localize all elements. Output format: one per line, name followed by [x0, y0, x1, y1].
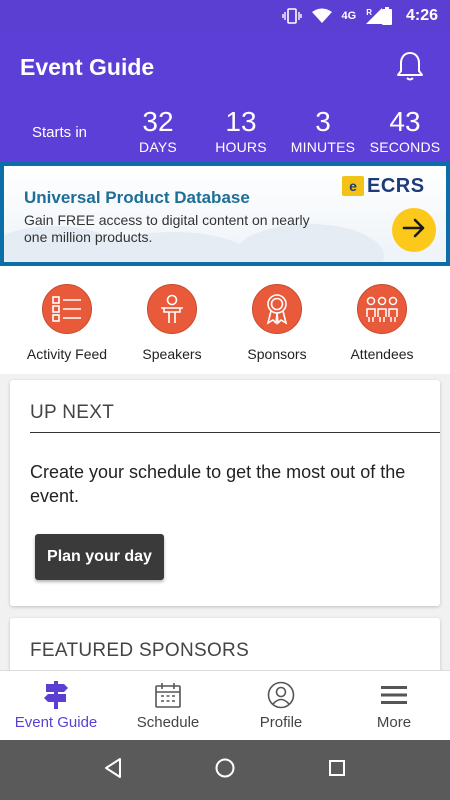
- ecrs-logo: e ECRS: [342, 174, 440, 198]
- arrow-right-icon: [402, 218, 426, 243]
- nav-event-guide[interactable]: Event Guide: [0, 671, 112, 741]
- banner-title: Universal Product Database: [24, 188, 250, 207]
- quick-action-label: Speakers: [142, 346, 202, 362]
- banner-arrow-button[interactable]: [392, 208, 436, 252]
- up-next-text: Create your schedule to get the most out…: [30, 462, 406, 506]
- featured-sponsors-title: FEATURED SPONSORS: [30, 640, 250, 661]
- countdown-hours-label: HOURS: [215, 139, 267, 155]
- quick-actions: Activity Feed Speakers Sponsors Attendee…: [0, 266, 450, 374]
- plan-your-day-button[interactable]: Plan your day: [35, 534, 164, 580]
- back-triangle-icon: [103, 757, 123, 784]
- back-button[interactable]: [98, 755, 128, 785]
- signpost-icon: [42, 681, 70, 709]
- nav-label: Event Guide: [14, 714, 98, 731]
- countdown-minutes-label: MINUTES: [290, 139, 356, 155]
- profile-icon: [267, 681, 295, 709]
- home-button[interactable]: [210, 755, 240, 785]
- page-title: Event Guide: [20, 54, 155, 80]
- nav-label: Schedule: [136, 714, 200, 731]
- up-next-title: UP NEXT: [30, 402, 115, 423]
- notifications-button[interactable]: [390, 48, 430, 88]
- calendar-icon: [154, 681, 182, 709]
- countdown-minutes-value: 3: [315, 106, 331, 137]
- bottom-navigation: Event Guide Schedule Profile More: [0, 670, 450, 740]
- starts-in-label: Starts in: [32, 124, 88, 141]
- countdown-days: 32 DAYS: [113, 106, 203, 156]
- countdown-days-label: DAYS: [139, 139, 177, 155]
- network-type: 4G: [341, 10, 357, 22]
- ecrs-logo-mark: e: [342, 176, 364, 196]
- vibrate-icon: [281, 8, 302, 24]
- quick-action-activity-feed[interactable]: Activity Feed: [12, 284, 122, 362]
- quick-action-sponsors[interactable]: Sponsors: [222, 284, 332, 362]
- nav-schedule[interactable]: Schedule: [112, 671, 224, 741]
- countdown-seconds: 43 SECONDS: [360, 106, 450, 156]
- menu-icon: [380, 681, 408, 709]
- system-navigation-bar: [0, 740, 450, 800]
- countdown: Starts in 32 DAYS 13 HOURS 3 MINUTES 43 …: [0, 106, 450, 156]
- quick-action-label: Sponsors: [247, 346, 307, 362]
- roaming-indicator: R: [366, 7, 372, 17]
- quick-action-speakers[interactable]: Speakers: [117, 284, 227, 362]
- status-bar: 4G R 4:26: [0, 0, 450, 32]
- countdown-seconds-label: SECONDS: [369, 139, 441, 155]
- countdown-seconds-value: 43: [389, 106, 421, 137]
- ecrs-logo-text: ECRS: [367, 174, 425, 197]
- countdown-minutes: 3 MINUTES: [278, 106, 368, 156]
- activity-feed-icon: [42, 284, 92, 334]
- award-ribbon-icon: [252, 284, 302, 334]
- sponsor-banner[interactable]: Universal Product Database Gain FREE acc…: [0, 162, 450, 266]
- recents-button[interactable]: [322, 755, 352, 785]
- quick-action-attendees[interactable]: Attendees: [327, 284, 437, 362]
- nav-label: Profile: [259, 714, 303, 731]
- countdown-days-value: 32: [142, 106, 174, 137]
- quick-action-label: Attendees: [350, 346, 414, 362]
- battery-icon: [381, 7, 392, 25]
- up-next-card: UP NEXT Create your schedule to get the …: [10, 380, 440, 606]
- clock: 4:26: [405, 7, 438, 24]
- divider: [30, 432, 440, 433]
- home-circle-icon: [214, 757, 236, 784]
- banner-content: Universal Product Database Gain FREE acc…: [4, 166, 446, 262]
- app-header: Event Guide Starts in 32 DAYS 13 HOURS 3…: [0, 32, 450, 162]
- bell-icon: [395, 50, 425, 87]
- countdown-hours: 13 HOURS: [196, 106, 286, 156]
- countdown-hours-value: 13: [225, 106, 257, 137]
- speaker-icon: [147, 284, 197, 334]
- nav-more[interactable]: More: [338, 671, 450, 741]
- nav-label: More: [376, 714, 412, 731]
- recents-square-icon: [327, 758, 347, 783]
- quick-action-label: Activity Feed: [26, 346, 108, 362]
- wifi-icon: [311, 8, 332, 24]
- nav-profile[interactable]: Profile: [225, 671, 337, 741]
- banner-subtitle: Gain FREE access to digital content on n…: [24, 212, 310, 245]
- status-icons: 4G R 4:26: [281, 0, 438, 32]
- signal-icon: R: [366, 7, 383, 24]
- attendees-icon: [357, 284, 407, 334]
